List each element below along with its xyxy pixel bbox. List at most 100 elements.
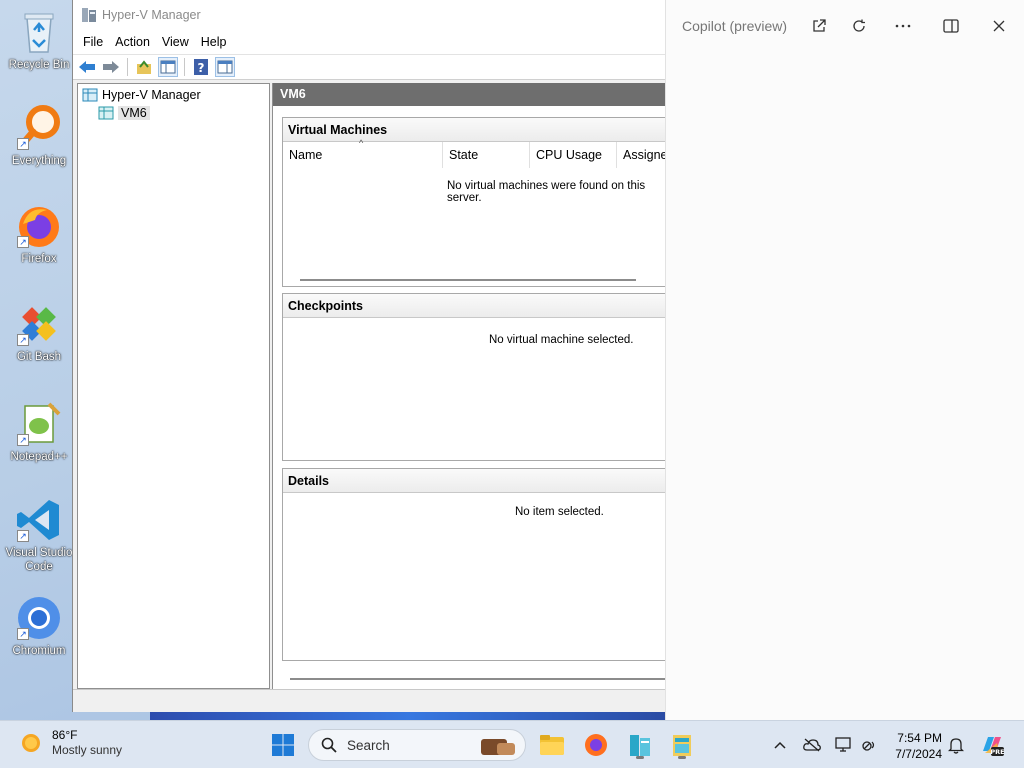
toolbar: ? <box>73 54 665 80</box>
taskbar-hyperv-connection[interactable] <box>666 729 698 761</box>
menu-help[interactable]: Help <box>195 30 233 54</box>
desktop-icon-vscode[interactable]: ↗ Visual Studio Code <box>0 496 78 574</box>
tree-label-vm6: VM6 <box>118 106 150 120</box>
main-horizontal-scrollbar[interactable] <box>290 678 667 680</box>
desktop-icon-git-bash[interactable]: ↗ Git Bash <box>0 300 78 364</box>
start-button[interactable] <box>267 729 299 761</box>
virtual-machines-empty-message: No virtual machines were found on this s… <box>447 180 646 204</box>
vscode-icon: ↗ <box>15 496 63 544</box>
checkpoints-section: Checkpoints No virtual machine selected. <box>282 293 667 461</box>
hyperv-app-icon <box>82 8 96 22</box>
desktop-icon-label: Notepad++ <box>10 451 68 463</box>
taskbar-hyperv-manager[interactable] <box>624 729 656 761</box>
arrow-left-icon <box>79 61 95 73</box>
hyperv-manager-window: Hyper-V Manager File Action View Help ? <box>72 0 667 712</box>
console-tree-icon <box>160 60 176 74</box>
section-title-checkpoints: Checkpoints <box>283 294 667 318</box>
section-title-virtual-machines: Virtual Machines <box>283 118 667 142</box>
network-icon <box>862 741 875 751</box>
dock-side-button[interactable] <box>939 14 963 38</box>
horizontal-scrollbar[interactable] <box>300 279 636 281</box>
details-empty-message: No item selected. <box>515 506 604 518</box>
clock[interactable]: 7:54 PM 7/7/2024 <box>886 730 942 762</box>
window-title: Hyper-V Manager <box>102 8 201 22</box>
help-button[interactable]: ? <box>191 57 211 77</box>
details-section: Details No item selected. <box>282 468 667 661</box>
up-folder-button[interactable] <box>134 57 154 77</box>
status-bar <box>73 689 666 712</box>
search-highlight-icon <box>481 739 515 755</box>
server-icon <box>98 106 114 120</box>
column-header-cpu-usage[interactable]: CPU Usage <box>530 142 617 168</box>
firefox-icon <box>585 734 607 756</box>
desktop-icon-label: Visual Studio Code <box>5 547 73 573</box>
svg-text:PRE: PRE <box>990 748 1004 756</box>
tree-label-root: Hyper-V Manager <box>102 88 201 102</box>
show-hide-action-pane-button[interactable] <box>215 57 235 77</box>
weather-widget[interactable]: 86°F Mostly sunny <box>18 728 122 758</box>
clock-time: 7:54 PM <box>897 731 942 745</box>
more-options-button[interactable] <box>891 14 915 38</box>
more-ellipsis-icon <box>895 24 911 28</box>
desktop-icon-label: Chromium <box>12 645 66 657</box>
cloud-offline-icon <box>803 738 821 752</box>
menu-view[interactable]: View <box>156 30 195 54</box>
tray-display[interactable] <box>833 733 855 757</box>
menu-file[interactable]: File <box>77 30 109 54</box>
tray-onedrive[interactable] <box>801 733 823 757</box>
everything-search-icon: ↗ <box>15 104 63 152</box>
running-indicator <box>678 756 686 759</box>
git-bash-icon: ↗ <box>15 300 63 348</box>
firefox-icon: ↗ <box>15 202 63 250</box>
results-pane: VM6 Virtual Machines ^ Name State CPU Us… <box>272 83 667 689</box>
column-header-name[interactable]: Name <box>283 142 443 168</box>
column-header-state[interactable]: State <box>443 142 530 168</box>
toolbar-separator <box>184 58 185 76</box>
running-indicator <box>636 756 644 759</box>
search-input[interactable] <box>345 736 455 754</box>
menu-action[interactable]: Action <box>109 30 156 54</box>
shortcut-arrow-icon: ↗ <box>17 138 29 150</box>
desktop-icon-firefox[interactable]: ↗ Firefox <box>0 202 78 266</box>
title-bar[interactable]: Hyper-V Manager <box>73 0 665 30</box>
sun-icon <box>22 734 40 752</box>
folder-up-icon <box>137 60 151 74</box>
copilot-panel: Copilot (preview) <box>665 0 1024 720</box>
weather-temperature: 86°F <box>52 728 78 742</box>
desktop-icon-notepad-plus-plus[interactable]: ↗ Notepad++ <box>0 400 78 464</box>
taskbar-search[interactable] <box>308 729 526 761</box>
console-tree: Hyper-V Manager VM6 <box>77 83 270 689</box>
search-icon <box>321 737 337 753</box>
notifications-button[interactable] <box>945 733 967 757</box>
virtual-machines-section: Virtual Machines ^ Name State CPU Usage … <box>282 117 667 287</box>
tree-item-vm6[interactable]: VM6 <box>98 104 269 122</box>
tray-network-audio[interactable] <box>858 733 880 757</box>
file-explorer-icon <box>540 735 564 755</box>
taskbar: 86°F Mostly sunny Search 7:54 PM 7/7/202… <box>0 720 1024 768</box>
desktop-icon-recycle-bin[interactable]: Recycle Bin <box>0 8 78 72</box>
taskbar-file-explorer[interactable] <box>536 729 568 761</box>
taskbar-firefox[interactable] <box>580 729 612 761</box>
close-button[interactable] <box>987 14 1011 38</box>
weather-description: Mostly sunny <box>52 743 123 757</box>
desktop-icon-label: Everything <box>11 155 67 167</box>
monitor-icon <box>835 737 851 752</box>
copilot-icon: PRE <box>983 737 1005 756</box>
desktop-icon-chromium[interactable]: ↗ Chromium <box>0 594 78 658</box>
tree-item-hyperv-manager[interactable]: Hyper-V Manager <box>82 86 269 104</box>
recycle-bin-icon <box>15 8 63 56</box>
desktop-icon-everything[interactable]: ↗ Everything <box>0 104 78 168</box>
show-hidden-icons-button[interactable] <box>769 733 791 757</box>
refresh-button[interactable] <box>847 14 871 38</box>
copilot-button[interactable]: PRE <box>978 733 1006 757</box>
show-hide-console-tree-button[interactable] <box>158 57 178 77</box>
external-link-icon <box>813 19 826 32</box>
desktop-icon-label: Recycle Bin <box>8 59 70 71</box>
shortcut-arrow-icon: ↗ <box>17 334 29 346</box>
open-in-new-window-button[interactable] <box>807 14 831 38</box>
arrow-right-icon <box>103 61 119 73</box>
back-button[interactable] <box>77 57 97 77</box>
windows-start-icon <box>272 734 294 756</box>
forward-button[interactable] <box>101 57 121 77</box>
svg-text:?: ? <box>198 61 205 75</box>
